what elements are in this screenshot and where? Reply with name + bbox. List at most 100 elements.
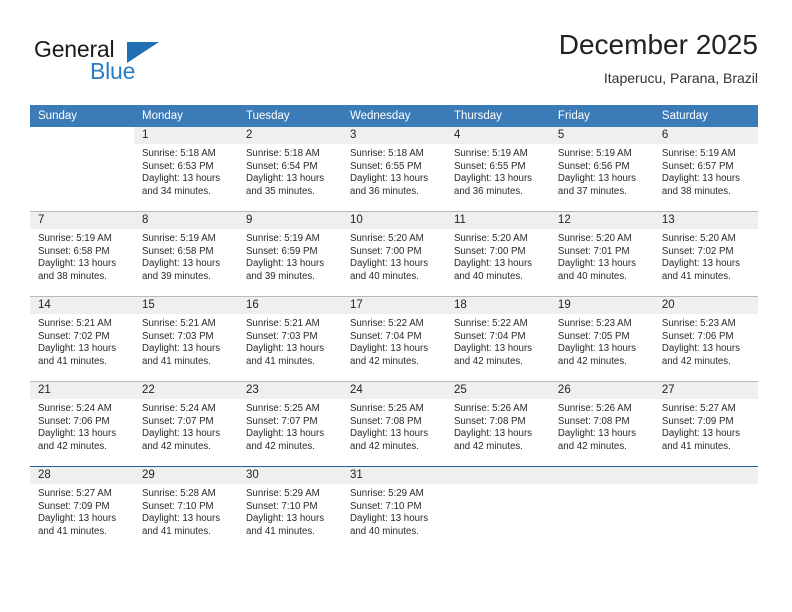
sunrise-text: Sunrise: 5:19 AM <box>661 148 736 159</box>
calendar-day-cell[interactable]: 28 Sunrise: 5:27 AM Sunset: 7:09 PM Dayligh… <box>30 466 134 551</box>
calendar-cell-empty <box>445 466 550 551</box>
calendar-day-cell[interactable]: 19 Sunrise: 5:23 AM Sunset: 7:05 PM Dayligh… <box>549 296 654 382</box>
sunrise-text: Sunrise: 5:22 AM <box>349 318 424 329</box>
calendar-day-cell[interactable]: 5 Sunrise: 5:19 AM Sunset: 6:56 PM Daylight… <box>549 127 654 212</box>
calendar-day-cell[interactable]: 16 Sunrise: 5:21 AM Sunset: 7:03 PM Dayligh… <box>237 296 342 382</box>
daylight-text-line1: Daylight: 13 hours <box>453 428 533 440</box>
daylight-text-line1: Daylight: 13 hours <box>141 343 221 355</box>
sunrise-text: Sunrise: 5:23 AM <box>661 318 736 329</box>
sunrise-text: Sunrise: 5:26 AM <box>557 403 632 414</box>
calendar-page: General Blue December 2025 Itaperucu, Pa… <box>0 0 792 612</box>
calendar-day-cell[interactable]: 21 Sunrise: 5:24 AM Sunset: 7:06 PM Dayligh… <box>30 381 134 467</box>
daylight-text-line2: and 39 minutes. <box>245 270 315 282</box>
sunset-text: Sunset: 6:55 PM <box>453 160 526 172</box>
sunrise-text: Sunrise: 5:21 AM <box>141 318 216 329</box>
calendar-day-cell[interactable]: 14 Sunrise: 5:21 AM Sunset: 7:02 PM Dayligh… <box>30 296 134 382</box>
day-details: Sunrise: 5:29 AM Sunset: 7:10 PM Daylight:… <box>342 484 446 538</box>
sunset-text: Sunset: 6:53 PM <box>141 160 214 172</box>
calendar-day-cell[interactable]: 13 Sunrise: 5:20 AM Sunset: 7:02 PM Dayligh… <box>653 211 758 297</box>
calendar-day-cell[interactable]: 31 Sunrise: 5:29 AM Sunset: 7:10 PM Dayligh… <box>341 466 446 551</box>
sunset-text: Sunset: 7:04 PM <box>453 330 526 342</box>
calendar-day-cell[interactable]: 6 Sunrise: 5:19 AM Sunset: 6:57 PM Daylight… <box>653 127 758 212</box>
day-details: Sunrise: 5:19 AM Sunset: 6:55 PM Daylight:… <box>446 144 550 198</box>
calendar-day-cell[interactable]: 8 Sunrise: 5:19 AM Sunset: 6:58 PM Daylight… <box>133 211 238 297</box>
daylight-text-line1: Daylight: 13 hours <box>453 173 533 185</box>
day-details: Sunrise: 5:22 AM Sunset: 7:04 PM Daylight:… <box>446 314 550 368</box>
sunset-text: Sunset: 7:05 PM <box>557 330 630 342</box>
sunset-text: Sunset: 7:07 PM <box>141 415 214 427</box>
page-header: General Blue December 2025 Itaperucu, Pa… <box>30 28 758 98</box>
title-block: December 2025 Itaperucu, Parana, Brazil <box>559 28 758 88</box>
sunrise-text: Sunrise: 5:20 AM <box>557 233 632 244</box>
sunset-text: Sunset: 6:59 PM <box>245 245 318 257</box>
calendar-day-cell[interactable]: 27 Sunrise: 5:27 AM Sunset: 7:09 PM Dayligh… <box>653 381 758 467</box>
calendar-cell-inner: 21 Sunrise: 5:24 AM Sunset: 7:06 PM Dayligh… <box>30 382 134 466</box>
calendar-day-cell[interactable]: 4 Sunrise: 5:19 AM Sunset: 6:55 PM Daylight… <box>445 127 550 212</box>
calendar-day-cell[interactable]: 30 Sunrise: 5:29 AM Sunset: 7:10 PM Dayligh… <box>237 466 342 551</box>
sunset-text: Sunset: 7:06 PM <box>661 330 734 342</box>
calendar-day-cell[interactable]: 18 Sunrise: 5:22 AM Sunset: 7:04 PM Dayligh… <box>445 296 550 382</box>
day-number: 1 <box>133 127 238 144</box>
daylight-text-line1: Daylight: 13 hours <box>245 173 325 185</box>
day-details: Sunrise: 5:26 AM Sunset: 7:08 PM Daylight:… <box>446 399 550 453</box>
calendar-week-row: 21 Sunrise: 5:24 AM Sunset: 7:06 PM Dayligh… <box>30 381 758 467</box>
general-blue-logo[interactable]: General Blue <box>34 36 164 92</box>
calendar-cell-inner: 28 Sunrise: 5:27 AM Sunset: 7:09 PM Dayligh… <box>30 467 134 551</box>
calendar-day-cell[interactable]: 29 Sunrise: 5:28 AM Sunset: 7:10 PM Dayligh… <box>133 466 238 551</box>
sunrise-text: Sunrise: 5:29 AM <box>349 488 424 499</box>
calendar-cell-inner: 1 Sunrise: 5:18 AM Sunset: 6:53 PM Daylight… <box>133 127 238 211</box>
logo-word-blue: Blue <box>90 58 136 84</box>
daylight-text-line1: Daylight: 13 hours <box>661 428 740 440</box>
calendar-cell-inner: 3 Sunrise: 5:18 AM Sunset: 6:55 PM Daylight… <box>341 127 446 211</box>
sunrise-text: Sunrise: 5:29 AM <box>245 488 320 499</box>
day-details: Sunrise: 5:19 AM Sunset: 6:59 PM Daylight:… <box>238 229 342 283</box>
calendar-day-cell[interactable]: 23 Sunrise: 5:25 AM Sunset: 7:07 PM Dayligh… <box>237 381 342 467</box>
calendar-day-cell[interactable]: 25 Sunrise: 5:26 AM Sunset: 7:08 PM Dayligh… <box>445 381 550 467</box>
daylight-text-line1: Daylight: 13 hours <box>557 173 637 185</box>
calendar-cell-inner: 25 Sunrise: 5:26 AM Sunset: 7:08 PM Dayligh… <box>445 382 550 466</box>
calendar-day-cell[interactable]: 17 Sunrise: 5:22 AM Sunset: 7:04 PM Dayligh… <box>341 296 446 382</box>
day-number: 24 <box>341 382 446 399</box>
daylight-text-line1: Daylight: 13 hours <box>453 258 533 270</box>
sunrise-text: Sunrise: 5:25 AM <box>245 403 320 414</box>
calendar-day-cell[interactable]: 15 Sunrise: 5:21 AM Sunset: 7:03 PM Dayligh… <box>133 296 238 382</box>
calendar-day-cell[interactable]: 7 Sunrise: 5:19 AM Sunset: 6:58 PM Daylight… <box>30 211 134 297</box>
calendar-week-row: 28 Sunrise: 5:27 AM Sunset: 7:09 PM Dayligh… <box>30 466 758 551</box>
calendar-day-cell[interactable]: 24 Sunrise: 5:25 AM Sunset: 7:08 PM Dayligh… <box>341 381 446 467</box>
weekday-header-saturday: Saturday <box>653 105 758 127</box>
sunrise-text: Sunrise: 5:18 AM <box>141 148 216 159</box>
daylight-text-line1: Daylight: 13 hours <box>661 173 740 185</box>
day-number: 14 <box>30 297 134 314</box>
calendar-day-cell[interactable]: 11 Sunrise: 5:20 AM Sunset: 7:00 PM Dayligh… <box>445 211 550 297</box>
daylight-text-line1: Daylight: 13 hours <box>141 173 221 185</box>
calendar-day-cell[interactable]: 2 Sunrise: 5:18 AM Sunset: 6:54 PM Daylight… <box>237 127 342 212</box>
daylight-text-line1: Daylight: 13 hours <box>557 343 637 355</box>
calendar-day-cell[interactable]: 20 Sunrise: 5:23 AM Sunset: 7:06 PM Dayligh… <box>653 296 758 382</box>
sunrise-text: Sunrise: 5:23 AM <box>557 318 632 329</box>
weekday-header-wednesday: Wednesday <box>341 105 446 127</box>
day-details: Sunrise: 5:19 AM Sunset: 6:58 PM Daylight:… <box>30 229 134 283</box>
day-number: 20 <box>653 297 758 314</box>
day-number: 26 <box>549 382 654 399</box>
day-details: Sunrise: 5:24 AM Sunset: 7:06 PM Daylight:… <box>30 399 134 453</box>
daylight-text-line2: and 41 minutes. <box>661 440 731 452</box>
sunset-text: Sunset: 7:07 PM <box>245 415 318 427</box>
calendar-day-cell[interactable]: 1 Sunrise: 5:18 AM Sunset: 6:53 PM Daylight… <box>133 127 238 212</box>
day-details: Sunrise: 5:19 AM Sunset: 6:57 PM Daylight:… <box>654 144 758 198</box>
calendar-cell-inner: 2 Sunrise: 5:18 AM Sunset: 6:54 PM Daylight… <box>237 127 342 211</box>
day-details: Sunrise: 5:20 AM Sunset: 7:00 PM Daylight:… <box>446 229 550 283</box>
calendar-day-cell[interactable]: 3 Sunrise: 5:18 AM Sunset: 6:55 PM Daylight… <box>341 127 446 212</box>
calendar-day-cell[interactable]: 12 Sunrise: 5:20 AM Sunset: 7:01 PM Dayligh… <box>549 211 654 297</box>
calendar-day-cell[interactable]: 26 Sunrise: 5:26 AM Sunset: 7:08 PM Dayligh… <box>549 381 654 467</box>
calendar-day-cell[interactable]: 10 Sunrise: 5:20 AM Sunset: 7:00 PM Dayligh… <box>341 211 446 297</box>
daylight-text-line1: Daylight: 13 hours <box>245 258 325 270</box>
day-details: Sunrise: 5:20 AM Sunset: 7:00 PM Daylight:… <box>342 229 446 283</box>
sunset-text: Sunset: 7:09 PM <box>661 415 734 427</box>
daylight-text-line2: and 42 minutes. <box>453 355 523 367</box>
sunset-text: Sunset: 7:06 PM <box>38 415 110 427</box>
page-subtitle: Itaperucu, Parana, Brazil <box>603 70 758 86</box>
calendar-day-cell[interactable]: 22 Sunrise: 5:24 AM Sunset: 7:07 PM Dayligh… <box>133 381 238 467</box>
calendar-day-cell[interactable]: 9 Sunrise: 5:19 AM Sunset: 6:59 PM Daylight… <box>237 211 342 297</box>
day-number: 17 <box>341 297 446 314</box>
calendar-cell-empty <box>653 466 758 551</box>
